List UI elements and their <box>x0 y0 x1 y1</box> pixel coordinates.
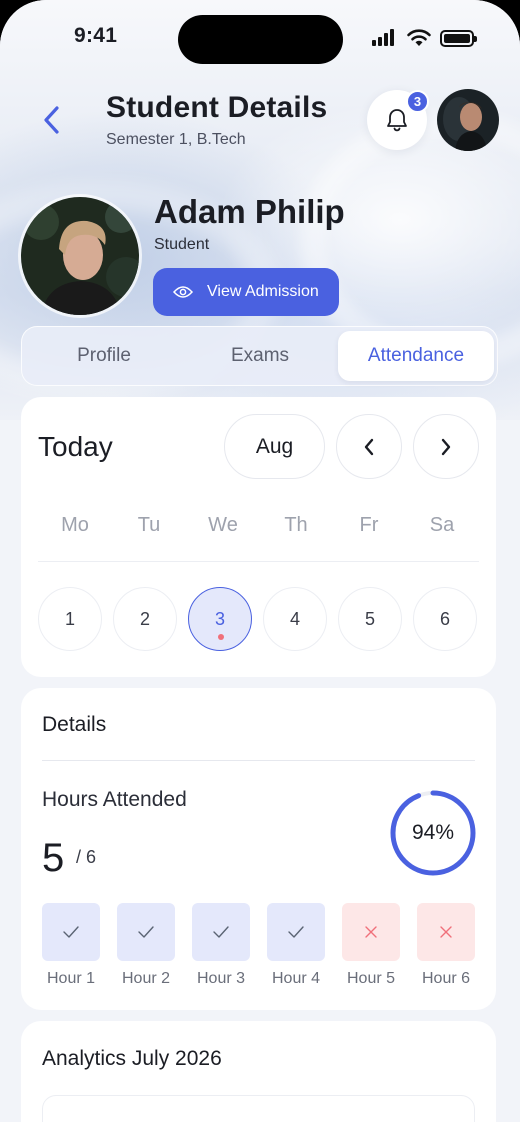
hours-total: / 6 <box>76 847 97 867</box>
status-icons <box>372 28 482 48</box>
day-number: 3 <box>214 608 225 629</box>
next-week-button[interactable] <box>413 414 479 479</box>
today-label: Today <box>38 431 113 462</box>
analytics-chart-container <box>42 1095 475 1122</box>
calendar-day[interactable]: 6 <box>413 587 477 651</box>
day-number: 2 <box>139 608 150 629</box>
weekday-label: We <box>208 514 238 536</box>
back-button[interactable] <box>36 100 68 140</box>
chevron-right-icon <box>441 438 451 455</box>
signal-icon <box>372 40 376 46</box>
student-photo <box>21 197 139 315</box>
cross-icon <box>440 926 452 938</box>
view-admission-label: View Admission <box>207 283 319 300</box>
dynamic-island <box>178 15 343 64</box>
eye-icon <box>173 286 193 298</box>
divider <box>38 561 479 562</box>
hour-present-indicator <box>42 903 100 961</box>
day-number: 4 <box>289 608 300 629</box>
wifi-icon <box>407 29 431 46</box>
check-icon <box>63 926 79 938</box>
divider <box>42 760 475 761</box>
calendar-day[interactable]: 2 <box>113 587 177 651</box>
calendar-day[interactable]: 5 <box>338 587 402 651</box>
hour-label: Hour 1 <box>46 970 96 987</box>
hour-label: Hour 5 <box>346 970 396 987</box>
page-title: Student Details <box>106 91 328 124</box>
hour-label: Hour 6 <box>421 970 471 987</box>
event-dot <box>218 634 224 640</box>
previous-week-button[interactable] <box>336 414 402 479</box>
day-number: 1 <box>64 608 75 629</box>
analytics-card: Analytics July 2026 <box>21 1021 496 1122</box>
student-role: Student <box>154 236 210 253</box>
calendar-card: Today Aug Mo Tu We Th Fr Sa 1 2 3 4 5 6 <box>21 397 496 677</box>
hour-label: Hour 3 <box>196 970 246 987</box>
weekday-label: Sa <box>429 514 455 536</box>
hour-label: Hour 4 <box>271 970 321 987</box>
check-icon <box>138 926 154 938</box>
details-title: Details <box>42 713 107 736</box>
notification-badge: 3 <box>406 90 429 113</box>
weekday-label: Mo <box>61 514 89 536</box>
cross-icon <box>365 926 377 938</box>
hour-present-indicator <box>267 903 325 961</box>
calendar-day-selected[interactable]: 3 <box>188 587 252 651</box>
bell-icon <box>387 109 407 132</box>
details-card: Details Hours Attended 5 / 6 94% Hour 1 H… <box>21 688 496 1010</box>
hour-present-indicator <box>117 903 175 961</box>
battery-icon <box>440 30 477 47</box>
analytics-title: Analytics July 2026 <box>42 1047 222 1070</box>
month-selector[interactable]: Aug <box>224 414 325 479</box>
chevron-left-icon <box>44 106 59 134</box>
attendance-percent: 94% <box>411 821 455 844</box>
day-number: 5 <box>364 608 375 629</box>
calendar-day[interactable]: 1 <box>38 587 102 651</box>
weekday-label: Fr <box>359 514 379 536</box>
weekday-label: Tu <box>137 514 161 536</box>
check-icon <box>288 926 304 938</box>
analytics-donut <box>223 1116 303 1122</box>
day-number: 6 <box>439 608 450 629</box>
page-subtitle: Semester 1, B.Tech <box>106 131 246 148</box>
user-avatar[interactable] <box>437 89 499 151</box>
hour-label: Hour 2 <box>121 970 171 987</box>
hours-attended-value: 5 <box>42 836 65 880</box>
tab-profile[interactable]: Profile <box>26 331 182 381</box>
app-screen: 9:41 Student Details Semester 1, B.Tech … <box>0 0 520 1122</box>
tab-attendance[interactable]: Attendance <box>338 331 494 381</box>
weekday-label: Th <box>284 514 308 536</box>
hour-absent-indicator <box>417 903 475 961</box>
calendar-day[interactable]: 4 <box>263 587 327 651</box>
chevron-left-icon <box>364 438 374 455</box>
status-time: 9:41 <box>74 24 118 47</box>
check-icon <box>213 926 229 938</box>
hour-absent-indicator <box>342 903 400 961</box>
tab-exams[interactable]: Exams <box>182 331 338 381</box>
tab-bar: Profile Exams Attendance <box>21 326 498 386</box>
hour-present-indicator <box>192 903 250 961</box>
view-admission-button[interactable]: View Admission <box>153 268 339 316</box>
student-name: Adam Philip <box>154 193 345 230</box>
hours-attended-label: Hours Attended <box>42 788 187 811</box>
